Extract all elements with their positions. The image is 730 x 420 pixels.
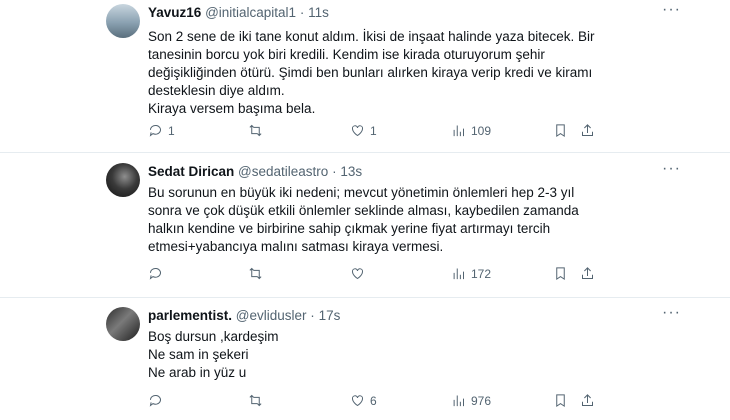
tweet-line: Ne sam in şekeri [148, 347, 249, 362]
avatar[interactable] [106, 163, 140, 197]
retweet-icon [249, 267, 262, 280]
retweet-button[interactable] [248, 393, 268, 408]
tweet-actions: 172 [148, 266, 608, 284]
share-icon [582, 267, 593, 279]
retweet-button[interactable] [248, 123, 268, 138]
author-name[interactable]: Sedat Dirican [148, 164, 234, 179]
tweet-header: Yavuz16 @initialcapital1 · 11s [148, 5, 329, 21]
tweet-text: Boş dursun ,kardeşim Ne sam in şekeri Ne… [148, 328, 618, 382]
tweet-line: tanesinin borcu yok biri kredili. Kendim… [148, 47, 545, 62]
views-button[interactable]: 172 [451, 266, 491, 281]
share-button[interactable] [580, 123, 595, 138]
share-button[interactable] [580, 266, 595, 281]
tweet-text: Bu sorunun en büyük iki nedeni; mevcut y… [148, 184, 618, 256]
separator-dot: · [299, 5, 305, 20]
author-handle[interactable]: @sedatileastro [238, 164, 328, 179]
tweet-header: Sedat Dirican @sedatileastro · 13s [148, 164, 362, 180]
heart-icon [352, 125, 363, 137]
tweet-line: Kiraya versem başıma bela. [148, 101, 316, 116]
share-icon [582, 394, 593, 406]
like-count: 1 [370, 123, 377, 138]
reply-button[interactable] [148, 266, 168, 281]
views-icon [453, 395, 464, 407]
tweet-line: desteklesin diye aldım. [148, 83, 285, 98]
views-button[interactable]: 109 [451, 123, 491, 138]
view-count: 172 [471, 266, 492, 281]
like-button[interactable]: 6 [350, 393, 377, 408]
views-button[interactable]: 976 [451, 393, 491, 408]
view-count: 976 [471, 393, 492, 408]
author-name[interactable]: Yavuz16 [148, 5, 201, 20]
reply-button[interactable]: 1 [148, 123, 175, 138]
heart-icon [352, 395, 363, 407]
avatar[interactable] [106, 307, 140, 341]
tweet-line: değişikliğinden ötürü. Şimdi ben bunları… [148, 65, 593, 80]
bookmark-button[interactable] [553, 123, 568, 138]
like-button[interactable]: 1 [350, 123, 377, 138]
share-icon [582, 124, 593, 136]
tweet-line: halkın kendine ve birbirine sahip çıkmak… [148, 221, 551, 236]
tweet-actions: 1 1 109 [148, 123, 608, 141]
more-options-icon[interactable]: ··· [662, 304, 681, 322]
tweet-feed: Yavuz16 @initialcapital1 · 11s ··· Son 2… [0, 0, 730, 420]
tweet-line: sonra ve çok düşük etkili önlemler sekli… [148, 203, 579, 218]
like-button[interactable] [350, 266, 370, 281]
tweet-time[interactable]: 11s [308, 5, 329, 20]
divider [0, 297, 730, 298]
like-count: 6 [370, 393, 377, 408]
separator-dot: · [310, 308, 315, 323]
bookmark-button[interactable] [553, 393, 568, 408]
author-handle[interactable]: @initialcapital1 [205, 5, 296, 20]
reply-button[interactable] [148, 393, 168, 408]
tweet-line: Bu sorunun en büyük iki nedeni; mevcut y… [148, 185, 575, 200]
tweet-text: Son 2 sene de iki tane konut aldım. İkis… [148, 28, 618, 118]
retweet-button[interactable] [248, 266, 268, 281]
share-button[interactable] [580, 393, 595, 408]
more-options-icon[interactable]: ··· [662, 1, 681, 19]
reply-icon [149, 395, 161, 407]
author-name[interactable]: parlementist. [148, 308, 232, 323]
tweet-time[interactable]: 17s [319, 308, 341, 323]
retweet-icon [249, 394, 262, 407]
retweet-icon [249, 124, 262, 137]
bookmark-button[interactable] [553, 266, 568, 281]
author-handle[interactable]: @evlidusler [236, 308, 307, 323]
tweet-line: Boş dursun ,kardeşim [148, 329, 279, 344]
views-icon [453, 125, 464, 137]
tweet-line: etmesi+yabancıya malını satması kiraya v… [148, 239, 444, 254]
tweet-time[interactable]: 13s [340, 164, 362, 179]
views-icon [453, 268, 464, 280]
tweet-actions: 6 976 [148, 393, 608, 411]
reply-count: 1 [168, 123, 175, 138]
tweet-line: Ne arab in yüz u [148, 365, 247, 380]
tweet-line: Son 2 sene de iki tane konut aldım. İkis… [148, 29, 595, 44]
bookmark-icon [556, 267, 565, 281]
separator-dot: · [332, 164, 337, 179]
bookmark-icon [556, 124, 565, 138]
reply-icon [149, 125, 161, 137]
more-options-icon[interactable]: ··· [662, 160, 681, 178]
avatar[interactable] [106, 4, 140, 38]
heart-icon [352, 268, 363, 280]
view-count: 109 [471, 123, 492, 138]
divider [0, 152, 730, 153]
bookmark-icon [556, 394, 565, 408]
tweet-header: parlementist. @evlidusler · 17s [148, 308, 340, 324]
reply-icon [149, 268, 161, 280]
